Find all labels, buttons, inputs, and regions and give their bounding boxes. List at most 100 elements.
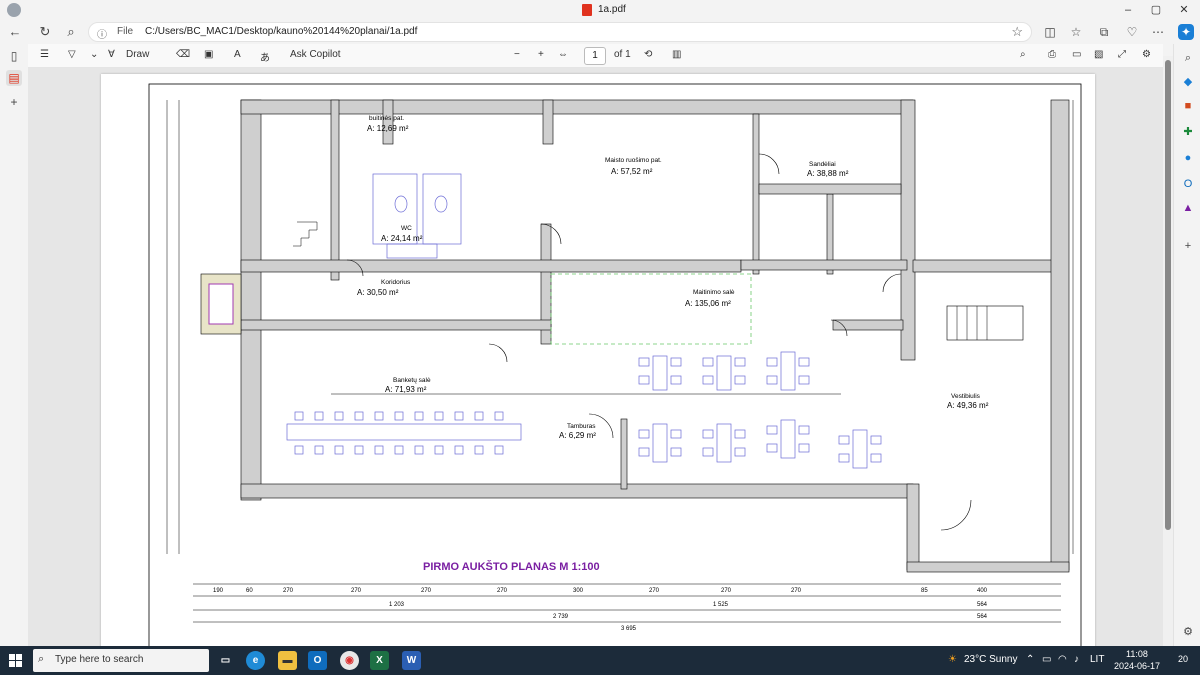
copilot-icon[interactable]: ✦ — [1178, 24, 1194, 40]
room-label-8: Vestibiulis — [951, 393, 981, 400]
highlight-icon[interactable]: ▽ — [68, 49, 76, 60]
room-label-3: Sandėliai — [809, 161, 836, 168]
room-area-4: A: 30,50 m² — [357, 288, 399, 297]
dim-270f: 270 — [721, 588, 732, 594]
room-area-6: A: 71,93 m² — [385, 385, 427, 394]
url-text[interactable]: C:/Users/BC_MAC1/Desktop/kauno%20144%20p… — [145, 26, 417, 37]
tab-actions-icon[interactable]: ▯ — [6, 48, 22, 64]
close-button[interactable]: ✕ — [1171, 2, 1197, 18]
browser-essentials-icon[interactable]: ♡ — [1124, 24, 1140, 40]
edge-taskbar-icon[interactable]: e — [246, 651, 265, 670]
address-input[interactable]: ⓘ File C:/Users/BC_MAC1/Desktop/kauno%20… — [88, 22, 1032, 42]
sidebar-add-icon[interactable]: + — [1180, 238, 1196, 254]
sidebar-settings-icon[interactable]: ⚙ — [1180, 624, 1196, 640]
collections-icon[interactable]: ⧉ — [1096, 24, 1112, 40]
save-as-icon[interactable]: ▧ — [1094, 49, 1103, 60]
excel-taskbar-icon[interactable]: X — [370, 651, 389, 670]
clock-date[interactable]: 2024-06-17 — [1114, 661, 1160, 671]
contents-icon[interactable]: ☰ — [40, 49, 49, 60]
split-screen-icon[interactable]: ◫ — [1042, 24, 1058, 40]
taskbar-search-icon: ⌕ — [38, 653, 45, 665]
dim-270g: 270 — [791, 588, 802, 594]
vertical-scrollbar[interactable] — [1163, 56, 1173, 646]
ask-copilot-button[interactable]: Ask Copilot — [290, 49, 341, 60]
dim-270a: 270 — [283, 588, 294, 594]
print-icon[interactable]: ⎙ — [1048, 49, 1056, 60]
sidebar-outlook-icon[interactable]: O — [1180, 176, 1196, 192]
sidebar-toolbox-icon[interactable]: ■ — [1180, 98, 1196, 114]
translate-icon[interactable]: あ — [260, 49, 270, 64]
network-icon[interactable]: ▭ — [1042, 654, 1051, 665]
dim-270d: 270 — [497, 588, 508, 594]
vertical-tabs-bar: ▯ ▤ + — [0, 44, 28, 646]
weather-text[interactable]: 23°C Sunny — [964, 654, 1017, 665]
room-label-6: Banketų salė — [393, 377, 431, 384]
dim-1203: 1 203 — [389, 602, 405, 608]
sidebar-games-icon[interactable]: ✚ — [1180, 124, 1196, 140]
save-icon[interactable]: ▭ — [1072, 49, 1081, 60]
erase-icon[interactable]: ⌫ — [176, 49, 190, 60]
pdf-viewer[interactable]: buitinės pat. A: 12,69 m² WC A: 24,14 m²… — [28, 68, 1163, 646]
zoom-out-button[interactable]: − — [514, 49, 520, 60]
search-icon[interactable]: ⌕ — [62, 24, 80, 40]
outlook-taskbar-icon[interactable]: O — [308, 651, 327, 670]
pdf-tab-icon[interactable]: ▤ — [6, 70, 22, 86]
window-title: 1a.pdf — [598, 4, 626, 15]
maximize-button[interactable]: ▢ — [1143, 2, 1169, 18]
sidebar-tag-icon[interactable]: ◆ — [1180, 74, 1196, 90]
favorites-icon[interactable]: ☆ — [1068, 24, 1084, 40]
dim-300: 300 — [573, 588, 584, 594]
fullscreen-icon[interactable]: ⤢ — [1118, 49, 1126, 60]
tray-chevron-up-icon[interactable]: ⌃ — [1026, 654, 1034, 665]
taskbar-search-box[interactable]: ⌕ Type here to search — [33, 649, 209, 672]
notification-count[interactable]: 20 — [1178, 654, 1188, 664]
find-icon[interactable]: ⌕ — [1020, 49, 1026, 60]
clock-time[interactable]: 11:08 — [1126, 649, 1148, 659]
text-box-icon[interactable]: ▣ — [204, 49, 213, 60]
dim-190: 190 — [213, 588, 224, 594]
word-taskbar-icon[interactable]: W — [402, 651, 421, 670]
language-indicator[interactable]: LIT — [1090, 654, 1104, 665]
room-area-0: A: 12,69 m² — [367, 124, 409, 133]
more-menu-icon[interactable]: ⋯ — [1150, 24, 1166, 40]
info-icon[interactable]: ⓘ — [97, 26, 107, 41]
draw-button[interactable]: Draw — [126, 49, 149, 60]
page-number-input[interactable]: 1 — [584, 47, 606, 65]
sidebar-m365-icon[interactable]: ● — [1180, 150, 1196, 166]
page-view-icon[interactable]: ▥ — [672, 49, 681, 60]
sidebar-search-icon[interactable]: ⌕ — [1180, 50, 1196, 66]
dim-400: 400 — [977, 588, 988, 594]
dim-60: 60 — [246, 588, 253, 594]
settings-gear-icon[interactable]: ⚙ — [1142, 49, 1151, 60]
weather-sun-icon: ☀ — [948, 654, 957, 665]
new-tab-icon[interactable]: + — [6, 94, 22, 110]
scrollbar-thumb[interactable] — [1165, 60, 1171, 530]
taskbar: ⌕ Type here to search ▭ e ▬ O ◉ X W ☀ 23… — [0, 646, 1200, 675]
draw-icon[interactable]: ∀ — [108, 49, 115, 60]
chrome-taskbar-icon[interactable]: ◉ — [340, 651, 359, 670]
sidebar-drop-icon[interactable]: ▲ — [1180, 200, 1196, 216]
zoom-in-button[interactable]: + — [538, 49, 544, 60]
task-view-icon[interactable]: ▭ — [216, 651, 235, 670]
minimize-button[interactable]: – — [1115, 2, 1141, 18]
wifi-icon[interactable]: ◠ — [1058, 654, 1067, 665]
chevron-down-icon[interactable]: ⌄ — [90, 49, 98, 60]
dim-564b: 564 — [977, 614, 988, 620]
windows-start-icon[interactable] — [9, 654, 22, 667]
refresh-icon[interactable]: ↻ — [36, 24, 54, 40]
read-aloud-icon[interactable]: A — [234, 49, 241, 60]
address-bar-row: ← ↻ ⌕ ⓘ File C:/Users/BC_MAC1/Desktop/ka… — [0, 20, 1200, 44]
fit-page-icon[interactable]: ⇔ — [558, 49, 568, 60]
profile-avatar[interactable] — [7, 3, 21, 17]
room-label-2: Maisto ruošimo pat. — [605, 157, 662, 164]
back-icon[interactable]: ← — [6, 24, 24, 40]
file-explorer-icon[interactable]: ▬ — [278, 651, 297, 670]
plan-title: PIRMO AUKŠTO PLANAS M 1:100 — [423, 560, 600, 573]
favorite-star-icon[interactable]: ☆ — [1011, 24, 1023, 40]
room-label-5: Maitinimo salė — [693, 289, 735, 296]
rotate-icon[interactable]: ⟲ — [644, 49, 652, 60]
dim-total: 3 695 — [621, 626, 637, 632]
pdf-page: buitinės pat. A: 12,69 m² WC A: 24,14 m²… — [101, 74, 1095, 646]
room-label-7: Tamburas — [567, 423, 596, 430]
volume-icon[interactable]: ♪ — [1074, 654, 1079, 665]
